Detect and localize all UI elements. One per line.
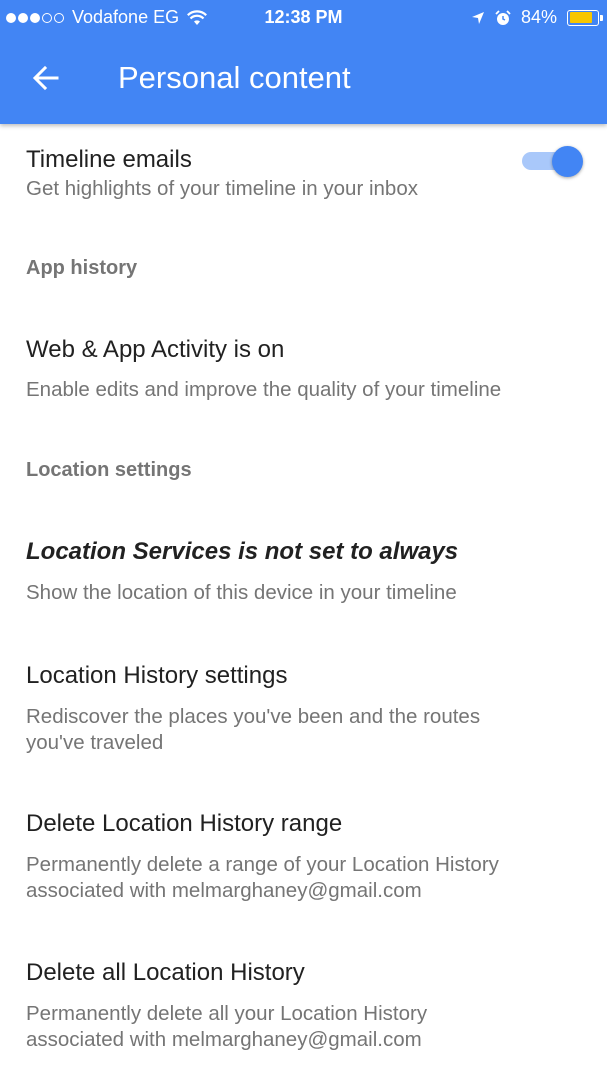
page-title: Personal content [118,60,351,95]
delete-all-row[interactable]: Delete all Location History Permanently … [0,943,607,1063]
location-history-settings-title: Location History settings [26,662,288,689]
location-arrow-icon [471,11,484,24]
delete-range-row[interactable]: Delete Location History range Permanentl… [0,794,607,914]
delete-range-title: Delete Location History range [26,810,343,837]
section-header-location-settings: Location settings [26,459,192,481]
web-app-activity-row[interactable]: Web & App Activity is on Enable edits an… [0,319,607,409]
top-bar: Vodafone EG 12:38 PM 84% Personal conten… [0,0,607,124]
status-bar: Vodafone EG 12:38 PM 84% [0,0,607,36]
arrow-left-icon[interactable] [30,62,62,94]
delete-all-subtitle-2: associated with melmarghaney@gmail.com [26,1028,422,1051]
timeline-emails-toggle[interactable] [522,146,584,177]
location-history-settings-subtitle-1: Rediscover the places you've been and th… [26,705,481,728]
battery-icon [567,9,603,26]
status-right: 84% [461,7,603,28]
location-services-row[interactable]: Location Services is not set to always S… [0,521,607,611]
delete-all-subtitle-1: Permanently delete all your Location His… [26,1002,428,1025]
toggle-thumb [552,146,583,177]
location-history-settings-subtitle-2: you've traveled [26,731,164,754]
location-services-title: Location Services is not set to always [26,538,459,565]
section-header-app-history: App history [26,257,138,279]
timeline-emails-subtitle: Get highlights of your timeline in your … [26,177,418,200]
battery-fill [569,12,593,23]
alarm-icon [495,9,511,25]
timeline-emails-row[interactable]: Timeline emails Get highlights of your t… [0,124,607,214]
location-history-settings-row[interactable]: Location History settings Rediscover the… [0,644,607,764]
battery-percent: 84% [520,7,557,27]
web-app-activity-subtitle: Enable edits and improve the quality of … [26,378,502,401]
web-app-activity-title: Web & App Activity is on [26,336,285,363]
delete-range-subtitle-1: Permanently delete a range of your Locat… [26,853,499,876]
location-services-subtitle: Show the location of this device in your… [26,581,457,604]
delete-all-title: Delete all Location History [26,959,305,986]
delete-range-subtitle-2: associated with melmarghaney@gmail.com [26,879,422,902]
timeline-emails-title: Timeline emails [26,146,192,173]
